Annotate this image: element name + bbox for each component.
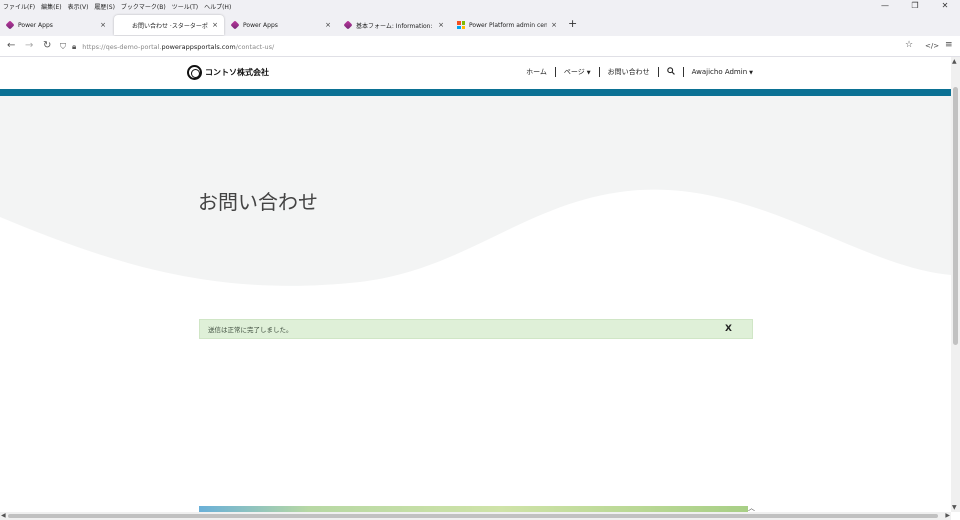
power-apps-icon (343, 20, 353, 30)
forward-arrow-icon[interactable]: → (25, 40, 33, 51)
caret-down-icon: ▼ (586, 70, 591, 76)
tab-title: Power Platform admin center (469, 21, 548, 29)
logo-icon (187, 65, 202, 80)
tab-power-apps-1[interactable]: Power Apps × (0, 15, 112, 35)
bookmark-star-icon[interactable]: ☆ (905, 40, 913, 50)
power-apps-icon (230, 20, 240, 30)
url-text[interactable]: https://qes-demo-portal.powerappsportals… (82, 43, 274, 51)
tab-title: Power Apps (18, 21, 53, 29)
tab-contact-us[interactable]: お問い合わせ ·スターターポータル × (114, 15, 224, 35)
microsoft-icon (457, 21, 465, 29)
scroll-right-arrow-icon[interactable]: ▶ (945, 512, 950, 519)
menu-tools[interactable]: ツール(T) (169, 2, 201, 11)
menu-view[interactable]: 表示(V) (65, 2, 92, 11)
logo-text: コントソ株式会社 (205, 68, 269, 77)
scroll-up-arrow-icon[interactable]: ▲ (952, 58, 957, 65)
tab-close-icon[interactable]: × (438, 21, 444, 29)
horizontal-scrollbar[interactable]: ◀ ▶ (0, 512, 951, 520)
window-controls: — ❐ ✕ (870, 0, 960, 12)
scroll-down-arrow-icon[interactable]: ▼ (952, 504, 957, 511)
page-icon (120, 21, 128, 29)
nav-contact[interactable]: お問い合わせ (600, 67, 658, 77)
alert-close-button[interactable]: X (725, 324, 732, 334)
header-accent-bar (0, 89, 951, 96)
minimize-button[interactable]: — (870, 0, 900, 12)
menu-edit[interactable]: 編集(E) (38, 2, 64, 11)
lock-icon[interactable]: 🔒︎ (72, 42, 76, 52)
page-viewport: コントソ株式会社 ホーム ページ ▼ お問い合わせ Awajicho Admin ▼… (0, 57, 951, 512)
tab-basic-form[interactable]: 基本フォーム: Information: Contac × (338, 15, 450, 35)
user-menu[interactable]: Awajicho Admin ▼ (684, 68, 761, 76)
menu-history[interactable]: 履歴(S) (91, 2, 118, 11)
restore-button[interactable]: ❐ (900, 0, 930, 12)
navigation-bar: ← → ↻ ⛉ 🔒︎ https://qes-demo-portal.power… (0, 36, 960, 57)
site-header: コントソ株式会社 ホーム ページ ▼ お問い合わせ Awajicho Admin ▼ (0, 57, 951, 89)
tab-title: お問い合わせ ·スターターポータル (132, 22, 208, 30)
menu-file[interactable]: ファイル(F) (0, 2, 38, 11)
success-alert: 送信は正常に完了しました。 X (199, 319, 753, 339)
tab-title: 基本フォーム: Information: Contac (356, 22, 434, 30)
scrollbar-thumb[interactable] (953, 87, 958, 345)
tab-power-apps-2[interactable]: Power Apps × (225, 15, 337, 35)
devtools-icon[interactable]: </> (925, 42, 939, 50)
scrollbar-thumb[interactable] (8, 514, 938, 518)
power-apps-icon (5, 20, 15, 30)
nav-home[interactable]: ホーム (518, 67, 555, 77)
vertical-scrollbar[interactable]: ▲ ▼ (951, 57, 960, 512)
new-tab-button[interactable]: + (568, 17, 577, 30)
alert-message: 送信は正常に完了しました。 (208, 326, 293, 334)
url-bar[interactable]: ⛉ 🔒︎ https://qes-demo-portal.powerappspo… (60, 39, 890, 54)
close-window-button[interactable]: ✕ (930, 0, 960, 12)
search-icon[interactable] (659, 67, 683, 77)
tab-close-icon[interactable]: × (551, 21, 557, 29)
scroll-left-arrow-icon[interactable]: ◀ (1, 512, 6, 519)
nav-pages[interactable]: ページ ▼ (556, 67, 599, 77)
tab-strip: Power Apps × お問い合わせ ·スターターポータル × Power A… (0, 12, 960, 36)
tab-close-icon[interactable]: × (325, 21, 331, 29)
menu-help[interactable]: ヘルプ(H) (201, 2, 234, 11)
overflow-menu-icon[interactable]: ≡ (945, 40, 953, 50)
menu-bookmarks[interactable]: ブックマーク(B) (118, 2, 169, 11)
back-arrow-icon[interactable]: ← (7, 40, 15, 51)
hero-wave (0, 189, 951, 297)
site-logo[interactable]: コントソ株式会社 (187, 65, 269, 80)
caret-down-icon: ▼ (749, 70, 753, 76)
tab-close-icon[interactable]: × (212, 21, 218, 29)
reload-icon[interactable]: ↻ (43, 40, 51, 51)
tab-title: Power Apps (243, 21, 278, 29)
tab-admin-center[interactable]: Power Platform admin center × (451, 15, 563, 35)
chevron-up-icon[interactable]: ︿ (748, 503, 755, 512)
menu-bar: ファイル(F) 編集(E) 表示(V) 履歴(S) ブックマーク(B) ツール(… (0, 0, 960, 12)
site-nav: ホーム ページ ▼ お問い合わせ Awajicho Admin ▼ (518, 67, 761, 77)
shield-icon[interactable]: ⛉ (60, 42, 66, 52)
tab-close-icon[interactable]: × (100, 21, 106, 29)
